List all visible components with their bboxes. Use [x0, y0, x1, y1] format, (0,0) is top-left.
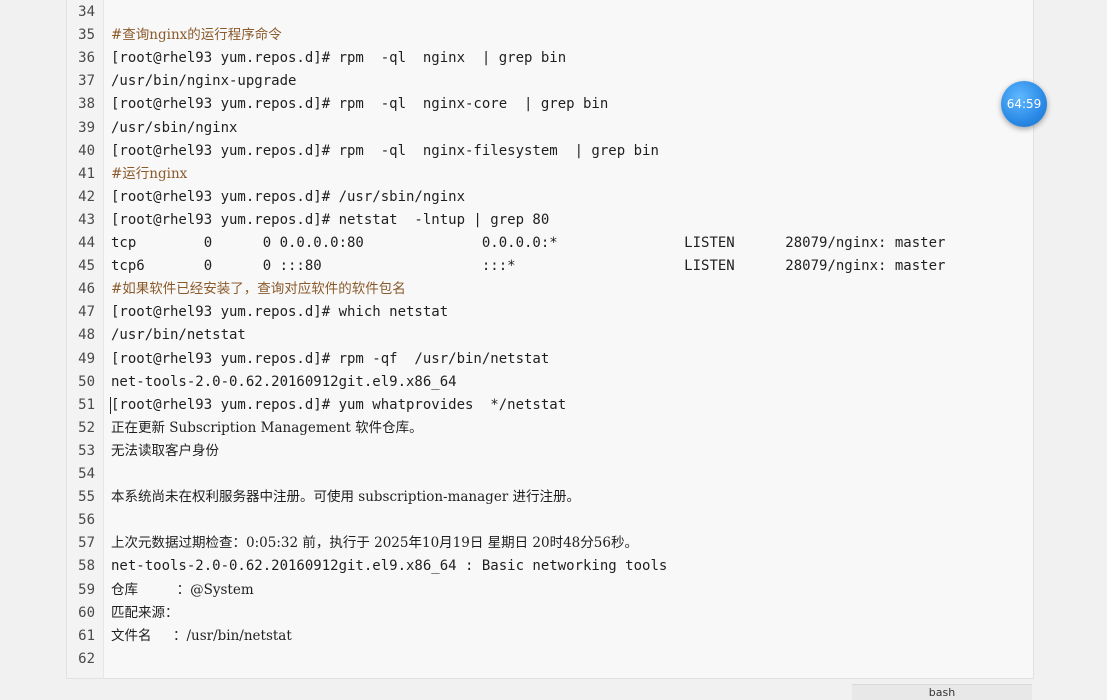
- code-line[interactable]: 44 tcp 0 0 0.0.0.0:80 0.0.0.0:* LISTEN 28…: [67, 232, 1033, 255]
- line-number: 47: [78, 304, 95, 321]
- line-text: net-tools-2.0-0.62.20160912git.el9.x86_6…: [111, 558, 668, 575]
- code-line[interactable]: 47 [root@rhel93 yum.repos.d]# which netst…: [67, 301, 1033, 324]
- line-number: 37: [78, 73, 95, 90]
- line-number: 57: [78, 535, 95, 552]
- code-line[interactable]: 48/usr/bin/netstat: [67, 324, 1033, 347]
- code-line[interactable]: 38 [root@rhel93 yum.repos.d]# rpm -ql ngi…: [67, 93, 1033, 116]
- code-line[interactable]: 36 [root@rhel93 yum.repos.d]# rpm -ql ngi…: [67, 47, 1033, 70]
- code-line[interactable]: 43 [root@rhel93 yum.repos.d]# netstat -ln…: [67, 209, 1033, 232]
- line-number: 39: [78, 119, 95, 136]
- code-line[interactable]: 46 #如果软件已经安装了，查询对应软件的软件包名: [67, 278, 1033, 301]
- line-number: 36: [78, 50, 95, 67]
- line-text: tcp6 0 0 :::80 :::* LISTEN 28079/nginx: …: [111, 258, 946, 275]
- code-line[interactable]: 35 #查询nginx的运行程序命令: [67, 24, 1033, 47]
- line-text: #运行nginx: [111, 165, 188, 182]
- line-text: /usr/bin/nginx-upgrade: [111, 73, 297, 90]
- line-number: 44: [78, 235, 95, 251]
- code-line[interactable]: 52 正在更新 Subscription Management 软件仓库。: [67, 417, 1033, 440]
- line-number: 61: [78, 627, 95, 644]
- line-number: 55: [78, 489, 95, 506]
- timer-label: 64:59: [1006, 97, 1042, 111]
- line-text: #如果软件已经安装了，查询对应软件的软件包名: [111, 281, 406, 298]
- line-text: [root@rhel93 yum.repos.d]# rpm -qf /usr/…: [111, 350, 550, 367]
- line-number: 62: [78, 650, 95, 667]
- line-number: 38: [78, 96, 95, 113]
- line-number: 60: [78, 604, 95, 621]
- line-text: 匹配来源：: [111, 604, 179, 621]
- code-line[interactable]: 60 匹配来源：: [67, 602, 1033, 625]
- status-bar-label: bash: [928, 686, 956, 699]
- code-line[interactable]: 62: [67, 648, 1033, 671]
- line-text: 文件名 ：/usr/bin/netstat: [111, 627, 292, 644]
- code-line[interactable]: 40 [root@rhel93 yum.repos.d]# rpm -ql ngi…: [67, 140, 1033, 163]
- line-number: 41: [78, 165, 95, 182]
- line-text: [root@rhel93 yum.repos.d]# rpm -ql nginx…: [111, 50, 567, 67]
- countdown-timer-badge[interactable]: 64:59: [1001, 81, 1047, 127]
- line-text: /usr/bin/netstat: [111, 327, 246, 344]
- line-text: [root@rhel93 yum.repos.d]# yum whatprovi…: [111, 396, 567, 413]
- line-text: [root@rhel93 yum.repos.d]# /usr/sbin/ngi…: [111, 188, 466, 205]
- line-text: 仓库 ：@System: [111, 581, 254, 598]
- code-line[interactable]: 53 无法读取客户身份: [67, 440, 1033, 463]
- line-number: 48: [78, 327, 95, 344]
- line-text: #查询nginx的运行程序命令: [111, 27, 282, 44]
- line-number: 58: [78, 558, 95, 575]
- line-text: tcp 0 0 0.0.0.0:80 0.0.0.0:* LISTEN 2807…: [111, 235, 946, 251]
- code-line[interactable]: 45 tcp6 0 0 :::80 :::* LISTEN 28079/nginx…: [67, 255, 1033, 278]
- line-text: /usr/sbin/nginx: [111, 119, 238, 136]
- line-number: 40: [78, 142, 95, 159]
- line-number: 54: [78, 466, 95, 482]
- line-number: 35: [78, 27, 95, 44]
- code-line[interactable]: 49 [root@rhel93 yum.repos.d]# rpm -qf /us…: [67, 348, 1033, 371]
- code-line[interactable]: 58 net-tools-2.0-0.62.20160912git.el9.x86…: [67, 555, 1033, 578]
- line-number: 52: [78, 419, 95, 436]
- code-line[interactable]: 50 net-tools-2.0-0.62.20160912git.el9.x86…: [67, 371, 1033, 394]
- line-number: 46: [78, 281, 95, 298]
- line-number: 50: [78, 373, 95, 390]
- line-number: 42: [78, 188, 95, 205]
- line-number: 45: [78, 258, 95, 275]
- code-line[interactable]: 54: [67, 463, 1033, 486]
- code-line[interactable]: 61 文件名 ：/usr/bin/netstat: [67, 625, 1033, 648]
- code-line[interactable]: 51 [root@rhel93 yum.repos.d]# yum whatpro…: [67, 394, 1033, 417]
- code-line[interactable]: 56: [67, 509, 1033, 532]
- line-number: 43: [78, 211, 95, 228]
- text-cursor: [110, 396, 111, 414]
- line-number: 34: [78, 4, 95, 20]
- line-text: [root@rhel93 yum.repos.d]# netstat -lntu…: [111, 211, 550, 228]
- line-text: [root@rhel93 yum.repos.d]# rpm -ql nginx…: [111, 96, 609, 113]
- code-line[interactable]: 57 上次元数据过期检查：0:05:32 前，执行于 2025年10月19日 星期…: [67, 532, 1033, 555]
- line-text: [root@rhel93 yum.repos.d]# rpm -ql nginx…: [111, 142, 659, 159]
- code-line[interactable]: 55 本系统尚未在权利服务器中注册。可使用 subscription-manage…: [67, 486, 1033, 509]
- line-text: [root@rhel93 yum.repos.d]# which netstat: [111, 304, 449, 321]
- code-line[interactable]: 37/usr/bin/nginx-upgrade: [67, 70, 1033, 93]
- text-editor[interactable]: 34 35 #查询nginx的运行程序命令 36 [root@rhel93 yum.re…: [66, 0, 1034, 679]
- line-number: 59: [78, 581, 95, 598]
- line-number: 56: [78, 512, 95, 529]
- line-text: 无法读取客户身份: [111, 442, 219, 459]
- line-text: 正在更新 Subscription Management 软件仓库。: [111, 419, 423, 436]
- status-bar-tab[interactable]: bash: [852, 684, 1032, 700]
- code-line[interactable]: 39/usr/sbin/nginx: [67, 117, 1033, 140]
- line-number: 49: [78, 350, 95, 367]
- line-number: 53: [78, 442, 95, 459]
- line-text: 上次元数据过期检查：0:05:32 前，执行于 2025年10月19日 星期日 …: [111, 535, 638, 552]
- line-text: 本系统尚未在权利服务器中注册。可使用 subscription-manager …: [111, 489, 581, 506]
- code-line[interactable]: 34: [67, 1, 1033, 24]
- code-line[interactable]: 41 #运行nginx: [67, 163, 1033, 186]
- code-line[interactable]: 59 仓库 ：@System: [67, 579, 1033, 602]
- line-text: net-tools-2.0-0.62.20160912git.el9.x86_6…: [111, 373, 457, 390]
- code-line[interactable]: 42 [root@rhel93 yum.repos.d]# /usr/sbin/n…: [67, 186, 1033, 209]
- line-number: 51: [78, 396, 95, 413]
